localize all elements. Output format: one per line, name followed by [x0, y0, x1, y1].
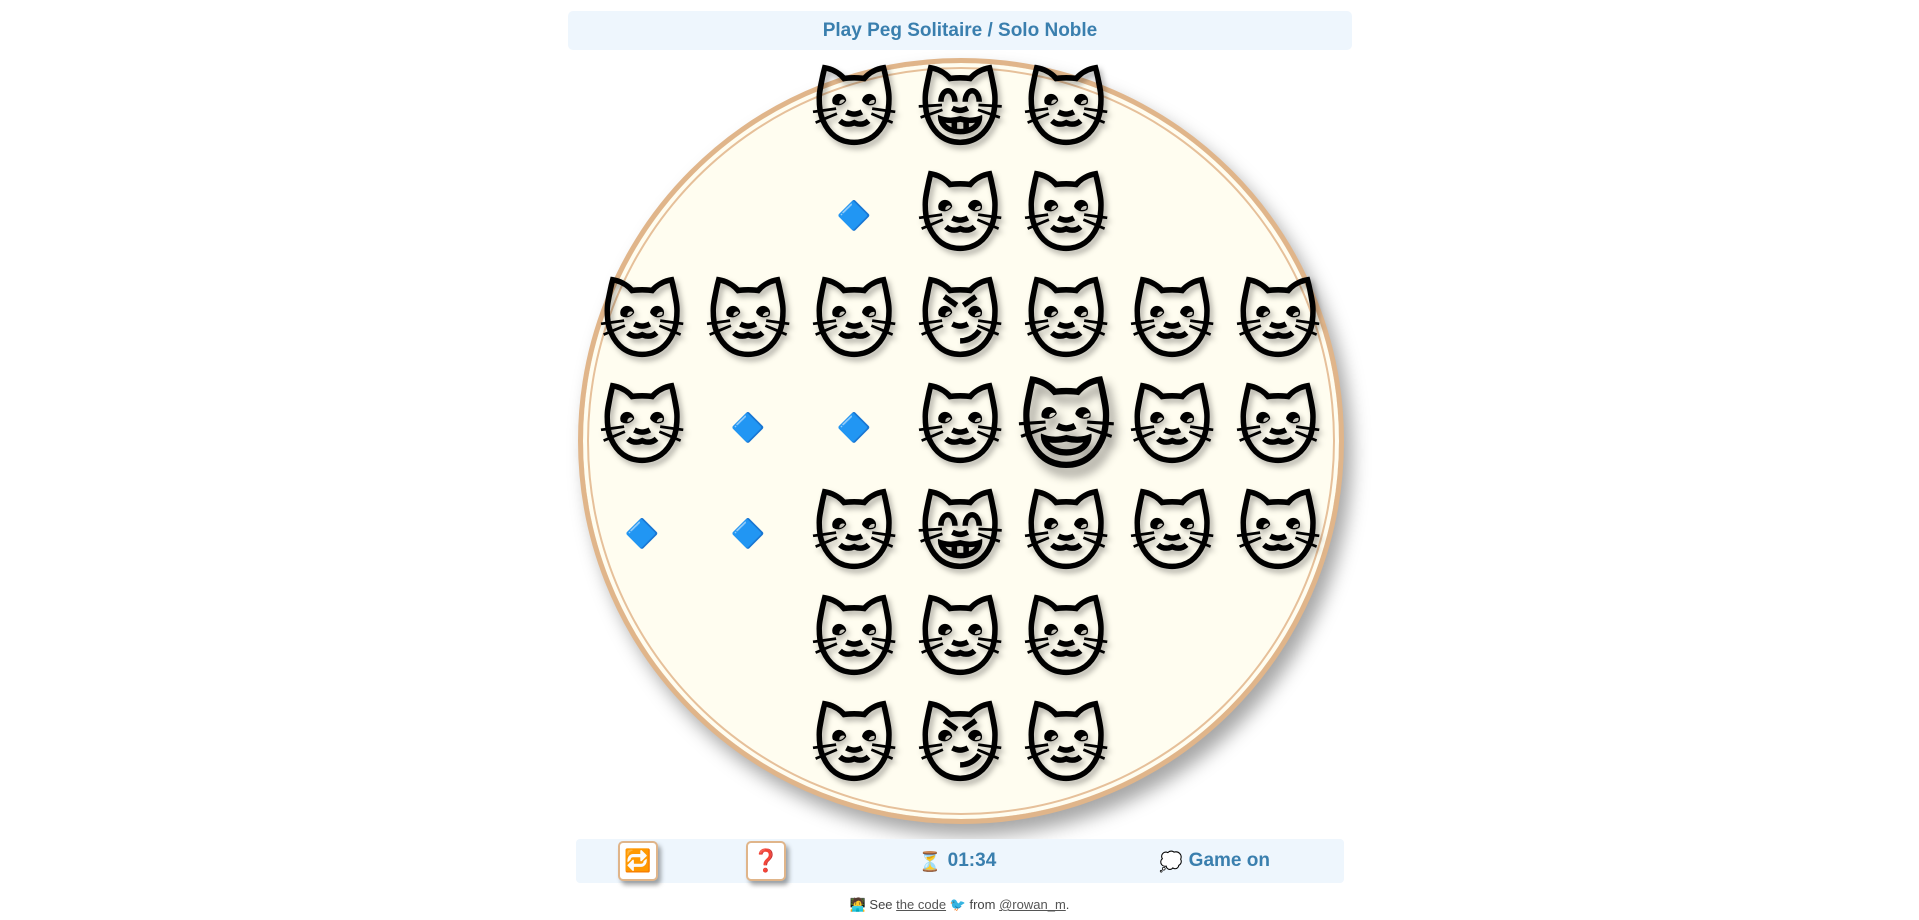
peg-cell[interactable]: 🐱 — [695, 269, 801, 375]
peg-cell[interactable]: 🐱 — [801, 269, 907, 375]
empty-hole[interactable]: 🔷 — [695, 481, 801, 587]
cat-peg-icon: 😺 — [1015, 372, 1117, 484]
blue-diamond-icon: 🔷 — [624, 517, 660, 550]
footer-from: from — [969, 897, 996, 912]
blue-diamond-icon: 🔷 — [836, 411, 872, 444]
bird-icon: 🐦 — [949, 898, 966, 913]
peg-cell[interactable]: 😼 — [907, 269, 1013, 375]
page-title: Play Peg Solitaire / Solo Noble — [822, 19, 1098, 41]
footer-see: See — [869, 897, 893, 912]
peg-cell[interactable]: 🐱 — [1119, 269, 1225, 375]
cat-peg-icon: 😸 — [916, 61, 1004, 159]
peg-cell[interactable]: 🐱 — [907, 587, 1013, 693]
timer-value: 01:34 — [947, 850, 997, 871]
peg-cell[interactable]: 😺 — [1013, 375, 1119, 481]
cat-peg-icon: 🐱 — [810, 591, 898, 689]
peg-cell[interactable]: 🐱 — [1013, 481, 1119, 587]
peg-cell[interactable]: 🐱 — [907, 375, 1013, 481]
peg-cell[interactable]: 🐱 — [589, 375, 695, 481]
peg-cell[interactable]: 🐱 — [1225, 375, 1331, 481]
game-status: 💭 Game on — [1159, 839, 1270, 883]
cat-peg-icon: 🐱 — [1022, 273, 1110, 371]
cat-peg-icon: 🐱 — [810, 485, 898, 583]
cat-peg-icon: 🐱 — [598, 379, 686, 477]
help-button[interactable]: ❓ — [746, 841, 786, 881]
peg-cell[interactable]: 🐱 — [801, 481, 907, 587]
timer: ⏳ 01:34 — [918, 839, 996, 883]
peg-cell[interactable]: 🐱 — [1119, 375, 1225, 481]
cat-peg-icon: 🐱 — [1022, 485, 1110, 583]
cat-peg-icon: 🐱 — [1128, 485, 1216, 583]
cat-peg-icon: 🐱 — [810, 61, 898, 159]
peg-cell[interactable]: 🐱 — [801, 57, 907, 163]
peg-cell[interactable]: 🐱 — [1013, 163, 1119, 269]
empty-hole[interactable]: 🔷 — [589, 481, 695, 587]
author-link[interactable]: @rowan_m — [999, 897, 1066, 912]
cat-peg-icon: 🐱 — [1022, 61, 1110, 159]
peg-cell[interactable]: 🐱 — [907, 163, 1013, 269]
cat-peg-icon: 🐱 — [916, 379, 1004, 477]
technologist-icon: 🧑‍💻 — [849, 898, 866, 913]
peg-cell[interactable]: 🐱 — [1013, 693, 1119, 799]
peg-cell[interactable]: 😸 — [907, 57, 1013, 163]
peg-cell[interactable]: 🐱 — [1013, 57, 1119, 163]
cat-peg-icon: 🐱 — [810, 273, 898, 371]
cat-peg-icon: 🐱 — [704, 273, 792, 371]
controls-bar: 🔁 ❓ ⏳ 01:34 💭 Game on — [576, 839, 1344, 883]
peg-cell[interactable]: 😼 — [907, 693, 1013, 799]
cat-peg-icon: 😼 — [916, 697, 1004, 795]
blue-diamond-icon: 🔷 — [730, 411, 766, 444]
peg-board: 🐱 😸 🐱 🔷 🐱 🐱 🐱 🐱 🐱 😼 🐱 🐱 🐱 🐱 🔷 🔷 🐱 😺 🐱 🐱 🔷 🔷 🐱 😸 🐱 🐱 🐱 🐱 🐱 🐱 🐱 😼 🐱 — [578, 58, 1344, 824]
empty-hole[interactable]: 🔷 — [695, 375, 801, 481]
title-bar: Play Peg Solitaire / Solo Noble — [568, 11, 1352, 50]
cat-peg-icon: 🐱 — [1234, 273, 1322, 371]
cat-peg-icon: 🐱 — [916, 167, 1004, 265]
peg-cell[interactable]: 🐱 — [1013, 587, 1119, 693]
cat-peg-icon: 🐱 — [916, 591, 1004, 689]
peg-cell[interactable]: 🐱 — [801, 587, 907, 693]
blue-diamond-icon: 🔷 — [836, 199, 872, 232]
cat-peg-icon: 🐱 — [1234, 379, 1322, 477]
code-link[interactable]: the code — [896, 897, 946, 912]
question-mark-icon: ❓ — [752, 848, 780, 874]
empty-hole[interactable]: 🔷 — [801, 375, 907, 481]
peg-cell[interactable]: 🐱 — [1225, 481, 1331, 587]
thought-bubble-icon: 💭 — [1159, 850, 1183, 873]
cat-peg-icon: 🐱 — [598, 273, 686, 371]
peg-cell[interactable]: 🐱 — [1013, 269, 1119, 375]
blue-diamond-icon: 🔷 — [730, 517, 766, 550]
repeat-icon: 🔁 — [624, 848, 652, 874]
cat-peg-icon: 😸 — [916, 485, 1004, 583]
footer: 🧑‍💻 See the code 🐦 from @rowan_m. — [0, 897, 1919, 913]
peg-cell[interactable]: 🐱 — [801, 693, 907, 799]
peg-cell[interactable]: 🐱 — [1225, 269, 1331, 375]
cat-peg-icon: 🐱 — [1128, 379, 1216, 477]
cat-peg-icon: 😼 — [916, 273, 1004, 371]
page: Play Peg Solitaire / Solo Noble 🐱 😸 🐱 🔷 🐱 🐱 🐱 🐱… — [0, 0, 1919, 920]
cat-peg-icon: 🐱 — [810, 697, 898, 795]
cat-peg-icon: 🐱 — [1128, 273, 1216, 371]
reset-button[interactable]: 🔁 — [618, 841, 658, 881]
cat-peg-icon: 🐱 — [1022, 167, 1110, 265]
status-text: Game on — [1188, 850, 1270, 871]
cat-peg-icon: 🐱 — [1022, 697, 1110, 795]
cat-peg-icon: 🐱 — [1234, 485, 1322, 583]
peg-cell[interactable]: 🐱 — [589, 269, 695, 375]
peg-cell[interactable]: 🐱 — [1119, 481, 1225, 587]
peg-cell[interactable]: 😸 — [907, 481, 1013, 587]
footer-period: . — [1065, 897, 1070, 912]
cat-peg-icon: 🐱 — [1022, 591, 1110, 689]
empty-hole[interactable]: 🔷 — [801, 163, 907, 269]
hourglass-icon: ⏳ — [918, 850, 942, 873]
